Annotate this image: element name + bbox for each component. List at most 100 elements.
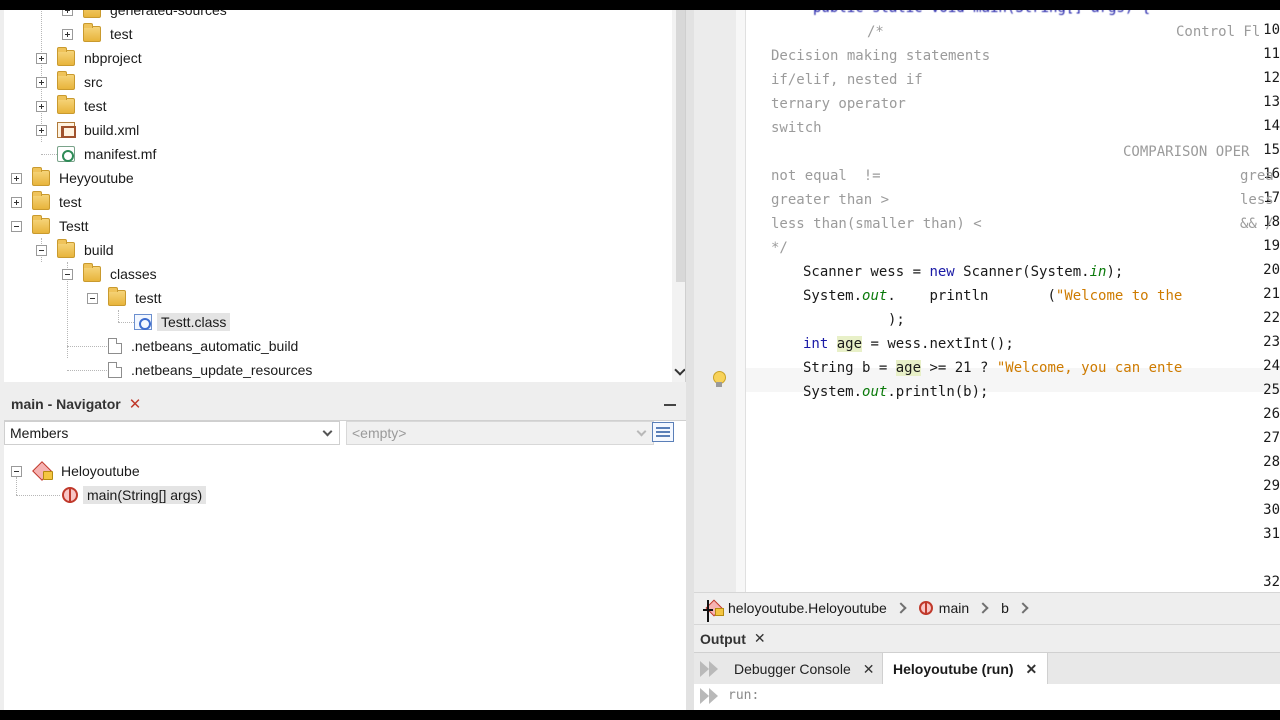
close-icon[interactable]: ✕: [863, 661, 875, 678]
projects-scrollbar[interactable]: [672, 10, 685, 382]
scrollbar-thumb[interactable]: [676, 10, 685, 282]
tree-item-label: generated-sources: [110, 10, 227, 18]
chevron-down-icon: [322, 426, 333, 437]
members-dropdown[interactable]: Members: [4, 421, 340, 445]
rerun-icon[interactable]: [700, 661, 720, 677]
tree-item-testt-class[interactable]: Testt.class: [113, 310, 231, 334]
expand-toggle[interactable]: [36, 76, 47, 88]
panel-splitter[interactable]: [686, 10, 694, 710]
secondary-dropdown[interactable]: <empty>: [346, 421, 654, 445]
tree-item-nbproject[interactable]: nbproject: [36, 46, 142, 70]
folder-icon: [83, 23, 101, 42]
method-label: main(String[] args): [83, 486, 207, 504]
tree-item-label: manifest.mf: [84, 146, 157, 162]
line-number: 11: [1263, 46, 1280, 62]
tree-item-src[interactable]: src: [36, 70, 103, 94]
code-line: not equal !=: [771, 168, 881, 184]
code-line: );: [888, 312, 905, 328]
line-number: 32: [1263, 574, 1280, 590]
expand-toggle[interactable]: [62, 10, 73, 16]
tree-item-test[interactable]: test: [36, 94, 107, 118]
code-keyword: new: [929, 264, 955, 280]
code-editor[interactable]: 9 10 11 12 13 14 15 16 17 18 19 20 21 22…: [694, 10, 1280, 592]
tree-item-generated-sources[interactable]: generated-sources: [62, 10, 227, 22]
tab-debugger-console[interactable]: Debugger Console ✕: [724, 653, 884, 685]
code-token: System.: [803, 384, 863, 400]
tree-item-testt-project[interactable]: Testt: [11, 214, 89, 238]
tree-item-label: classes: [110, 266, 157, 282]
collapse-toggle[interactable]: [87, 292, 98, 304]
tree-item-update-resources[interactable]: .netbeans_update_resources: [87, 358, 312, 382]
expand-toggle[interactable]: [11, 172, 22, 184]
code-string: "Welcome, you can ente: [996, 360, 1183, 376]
navigator-title[interactable]: main - Navigator: [4, 396, 121, 412]
line-number: 13: [1263, 94, 1280, 110]
code-line: System.out.println(b);: [803, 380, 988, 404]
navigator-class-item[interactable]: Heloyoutube: [11, 459, 140, 483]
code-line: && /: [1240, 216, 1274, 232]
output-text: run:: [728, 688, 760, 703]
tree-item-test[interactable]: test: [11, 190, 82, 214]
code-field: in: [1089, 264, 1107, 280]
tree-item-label: Testt: [59, 218, 89, 234]
code-token: );: [1106, 264, 1124, 280]
breadcrumb-item-method[interactable]: main: [939, 600, 969, 616]
code-token: System.: [803, 288, 863, 304]
close-icon[interactable]: ✕: [129, 395, 142, 413]
folder-icon: [57, 47, 75, 66]
tree-item-classes[interactable]: classes: [62, 262, 157, 286]
line-number: 27: [1263, 430, 1280, 446]
minimize-icon[interactable]: [664, 404, 676, 406]
navigator-method-item[interactable]: main(String[] args): [62, 483, 207, 507]
collapse-toggle[interactable]: [11, 465, 22, 477]
code-line: greater than >: [771, 192, 890, 208]
line-number: 9: [1246, 10, 1280, 14]
line-number: 26: [1263, 406, 1280, 422]
chevron-right-icon[interactable]: [977, 601, 989, 614]
expand-toggle[interactable]: [62, 28, 73, 40]
breadcrumb-item-variable[interactable]: b: [1001, 600, 1009, 616]
tree-item-build[interactable]: build: [36, 238, 114, 262]
navigator-header: main - Navigator ✕: [4, 390, 686, 418]
members-dropdown-value: Members: [10, 425, 69, 441]
collapse-toggle[interactable]: [36, 244, 47, 256]
method-icon: [62, 487, 78, 503]
expand-toggle[interactable]: [36, 124, 47, 136]
folder-icon: [32, 191, 50, 210]
close-icon[interactable]: ✕: [1026, 661, 1038, 678]
tree-item-automatic-build[interactable]: .netbeans_automatic_build: [87, 334, 298, 358]
output-title[interactable]: Output: [700, 631, 746, 647]
tree-item-test[interactable]: test: [62, 22, 133, 46]
code-string: "Welcome to the: [1055, 288, 1183, 304]
chevron-down-icon[interactable]: [676, 366, 685, 376]
expand-toggle[interactable]: [36, 100, 47, 112]
code-line: ternary operator: [771, 96, 906, 112]
tree-item-heyyoutube[interactable]: Heyyoutube: [11, 166, 134, 190]
expand-toggle[interactable]: [36, 52, 47, 64]
close-icon[interactable]: ✕: [754, 630, 766, 647]
collapse-toggle[interactable]: [62, 268, 73, 280]
tree-item-build-xml[interactable]: build.xml: [36, 118, 139, 142]
tab-heloyoutube-run[interactable]: Heloyoutube (run) ✕: [882, 653, 1049, 685]
rerun-icon[interactable]: [700, 688, 720, 704]
tree-item-testt-package[interactable]: testt: [87, 286, 161, 310]
output-console[interactable]: run:: [694, 684, 1280, 710]
collapse-toggle[interactable]: [11, 220, 22, 232]
filter-icon[interactable]: [652, 422, 674, 442]
code-line: less: [1240, 192, 1274, 208]
lightbulb-hint-icon[interactable]: [712, 371, 726, 389]
code-line: if/elif, nested if: [771, 72, 923, 88]
tree-item-manifest[interactable]: manifest.mf: [36, 142, 156, 166]
line-number-gutter: [694, 10, 736, 592]
folder-icon: [57, 95, 75, 114]
code-token: = wess.nextInt();: [862, 336, 1014, 352]
code-field: out: [862, 384, 888, 400]
chevron-right-icon[interactable]: [1017, 601, 1029, 614]
breadcrumb-item-class[interactable]: heloyoutube.Heloyoutube: [728, 600, 887, 616]
chevron-right-icon[interactable]: [895, 601, 907, 614]
breadcrumb: heloyoutube.Heloyoutube main b: [694, 592, 1280, 622]
code-line: Decision making statements: [771, 48, 991, 64]
expand-toggle[interactable]: [11, 196, 22, 208]
code-token: Scanner(System.: [954, 264, 1090, 280]
code-line: */: [771, 240, 788, 256]
